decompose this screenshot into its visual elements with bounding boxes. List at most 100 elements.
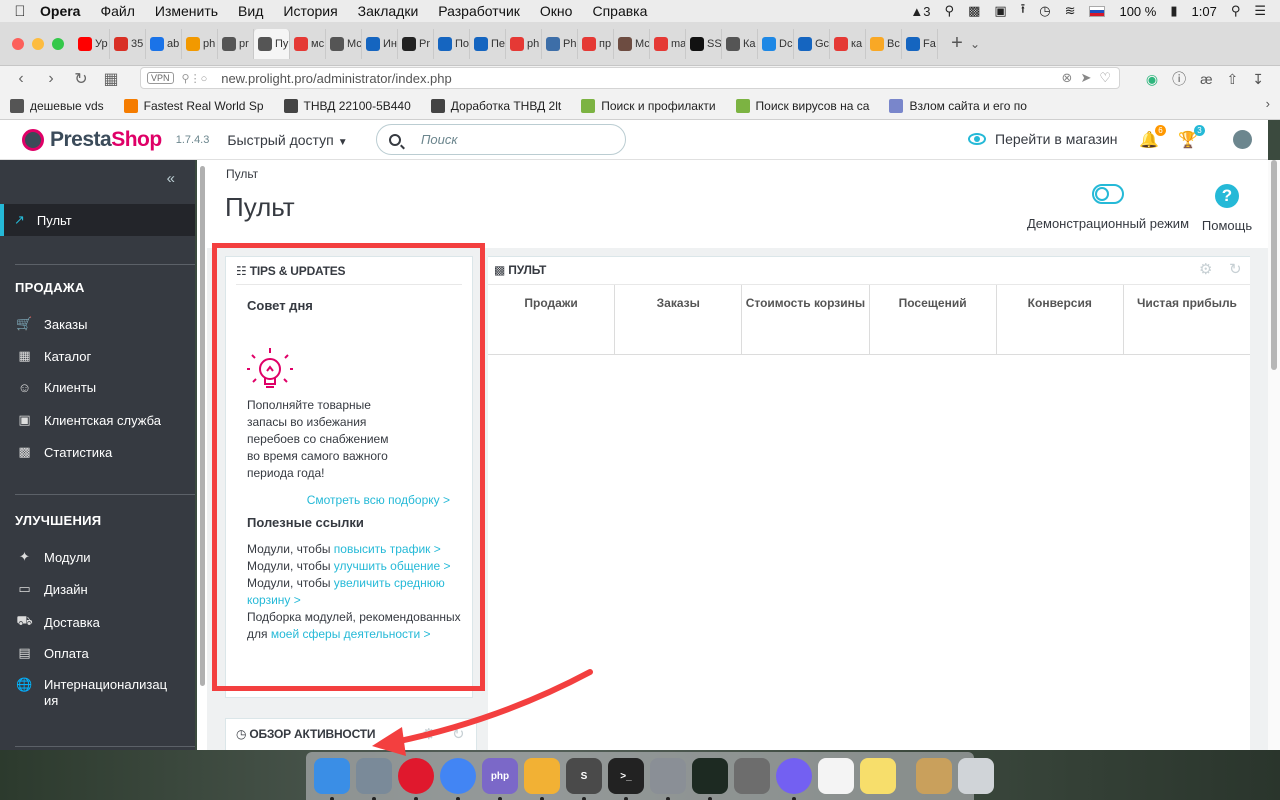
browser-tab[interactable]: Ур	[74, 28, 110, 59]
forward-icon[interactable]: ›	[36, 70, 66, 88]
url-text[interactable]: new.prolight.pro/administrator/index.php	[221, 71, 452, 86]
bookmark-item[interactable]: Поиск и профилакти	[571, 98, 725, 113]
browser-tab[interactable]: SS	[686, 28, 722, 59]
bookmark-item[interactable]: ТНВД 22100-5В440	[274, 98, 421, 113]
browser-tab[interactable]: Мс	[326, 28, 362, 59]
kpi-visits[interactable]: Посещений	[870, 285, 997, 354]
sidebar-item-dashboard[interactable]: ↗ Пульт	[0, 204, 195, 236]
trophy-icon[interactable]: 🏆 3	[1178, 125, 1205, 150]
archive-utility-icon[interactable]	[916, 758, 952, 794]
system-preferences-icon[interactable]	[650, 758, 686, 800]
time-machine-icon[interactable]: ◷	[1039, 3, 1050, 19]
apple-icon[interactable]: 	[0, 3, 40, 20]
collapse-menu-icon[interactable]: «	[167, 170, 175, 187]
browser-tab[interactable]: Gc	[794, 28, 830, 59]
url-field[interactable]: VPN ⚲⋮○ new.prolight.pro/administrator/i…	[140, 67, 1120, 89]
menu-bookmarks[interactable]: Закладки	[358, 3, 419, 19]
sidebar-item-modules[interactable]: ✦ Модули	[16, 549, 91, 565]
search-input[interactable]: Поиск	[376, 124, 626, 155]
tab-menu-chevron-icon[interactable]: ⌄	[970, 37, 980, 51]
key-icon[interactable]: ⚲	[945, 3, 955, 19]
heart-icon[interactable]: ♡	[1099, 70, 1111, 86]
clear-icon[interactable]: ⊗	[1062, 70, 1073, 86]
trash-icon[interactable]	[958, 758, 994, 794]
configure-gear-icon[interactable]: ⚙	[422, 725, 435, 743]
calculator-icon[interactable]	[734, 758, 770, 794]
sidebar-scrollbar-thumb[interactable]	[200, 166, 205, 686]
browser-tab[interactable]: ph	[182, 28, 218, 59]
refresh-icon[interactable]: ↻	[452, 725, 465, 743]
browser-tab[interactable]: Пу	[254, 28, 290, 59]
terminal-icon[interactable]: >_	[608, 758, 644, 800]
finder-icon[interactable]	[314, 758, 350, 800]
notes-icon[interactable]	[860, 758, 896, 794]
browser-tab[interactable]: Пе	[470, 28, 506, 59]
sublime-icon[interactable]: S	[566, 758, 602, 800]
menu-edit[interactable]: Изменить	[155, 3, 218, 19]
bookmark-item[interactable]: Доработка ТНВД 2lt	[421, 98, 571, 113]
fullscreen-window-icon[interactable]	[52, 37, 64, 50]
launchpad-icon[interactable]	[356, 758, 392, 800]
new-tab-icon[interactable]: +	[944, 32, 970, 55]
site-info-icon[interactable]: ⚲⋮○	[182, 72, 208, 85]
opera-icon[interactable]	[398, 758, 434, 800]
menu-view[interactable]: Вид	[238, 3, 263, 19]
menu-developer[interactable]: Разработчик	[438, 3, 520, 19]
sidebar-item-design[interactable]: ▭ Дизайн	[16, 581, 87, 597]
browser-tab[interactable]: ab	[146, 28, 182, 59]
page-scrollbar[interactable]	[1268, 160, 1280, 750]
notifications-bell-icon[interactable]: 🔔 6	[1139, 125, 1166, 150]
battery-icon[interactable]: ▮	[1170, 3, 1177, 19]
browser-tab[interactable]: пр	[578, 28, 614, 59]
demo-mode-toggle[interactable]: Демонстрационный режим	[1025, 184, 1191, 231]
sidebar-item-orders[interactable]: 🛒 Заказы	[16, 316, 87, 332]
browser-tab[interactable]: По	[434, 28, 470, 59]
speed-dial-icon[interactable]: ▦	[96, 69, 126, 89]
kpi-cart-value[interactable]: Стоимость корзины	[742, 285, 870, 354]
close-window-icon[interactable]	[12, 37, 24, 50]
bookmarks-overflow-icon[interactable]: ›	[1266, 96, 1270, 111]
go-to-store-link[interactable]: Перейти в магазин	[968, 131, 1118, 147]
sidebar-item-shipping[interactable]: ⛟ Доставка	[16, 613, 100, 631]
prestashop-logo[interactable]: PrestaShop	[22, 128, 162, 152]
info-extension-icon[interactable]: ⓘ	[1172, 69, 1186, 89]
wifi-icon[interactable]: ≋	[1065, 3, 1076, 19]
download-icon[interactable]: ↧	[1252, 71, 1264, 88]
sidebar-item-stats[interactable]: ▩ Статистика	[16, 444, 112, 460]
help-button[interactable]: ? Помощь	[1201, 184, 1253, 233]
kpi-orders[interactable]: Заказы	[615, 285, 743, 354]
browser-tab[interactable]: Вс	[866, 28, 902, 59]
quick-access-dropdown[interactable]: Быстрый доступ ▼	[227, 132, 347, 148]
bookmark-item[interactable]: дешевые vds	[0, 98, 114, 113]
share-icon[interactable]: ⇧	[1227, 71, 1239, 88]
ae-extension-icon[interactable]: æ	[1200, 71, 1212, 87]
textedit-icon[interactable]	[818, 758, 854, 794]
page-scrollbar-thumb[interactable]	[1271, 160, 1277, 370]
bookmark-item[interactable]: Взлом сайта и его по	[879, 98, 1037, 113]
reload-icon[interactable]: ↻	[66, 69, 96, 89]
refresh-icon[interactable]: ↻	[1229, 260, 1242, 278]
minimize-window-icon[interactable]	[32, 37, 44, 50]
menu-file[interactable]: Файл	[100, 3, 134, 19]
browser-tab[interactable]: ma	[650, 28, 686, 59]
breadcrumb[interactable]: Пульт	[226, 167, 258, 181]
browser-tab[interactable]: мс	[290, 28, 326, 59]
display-icon[interactable]: ▩	[968, 3, 980, 19]
browser-tab[interactable]: ка	[830, 28, 866, 59]
browser-tab[interactable]: ph	[506, 28, 542, 59]
viber-icon[interactable]	[776, 758, 812, 800]
menu-help[interactable]: Справка	[592, 3, 647, 19]
browser-tab[interactable]: Fa	[902, 28, 938, 59]
menu-app-name[interactable]: Opera	[40, 3, 80, 19]
bluetooth-icon[interactable]: ⭱	[1021, 0, 1026, 22]
sidebar-scrollbar[interactable]	[197, 160, 207, 750]
kpi-net-profit[interactable]: Чистая прибыль	[1124, 285, 1250, 354]
employee-avatar-icon[interactable]	[1233, 130, 1252, 149]
menu-history[interactable]: История	[283, 3, 337, 19]
configure-gear-icon[interactable]: ⚙	[1199, 260, 1212, 278]
browser-tab[interactable]: Мс	[614, 28, 650, 59]
phpstorm-icon[interactable]: php	[482, 758, 518, 800]
input-language-flag-icon[interactable]	[1089, 5, 1106, 17]
menu-window[interactable]: Окно	[540, 3, 573, 19]
browser-tab[interactable]: pr	[218, 28, 254, 59]
